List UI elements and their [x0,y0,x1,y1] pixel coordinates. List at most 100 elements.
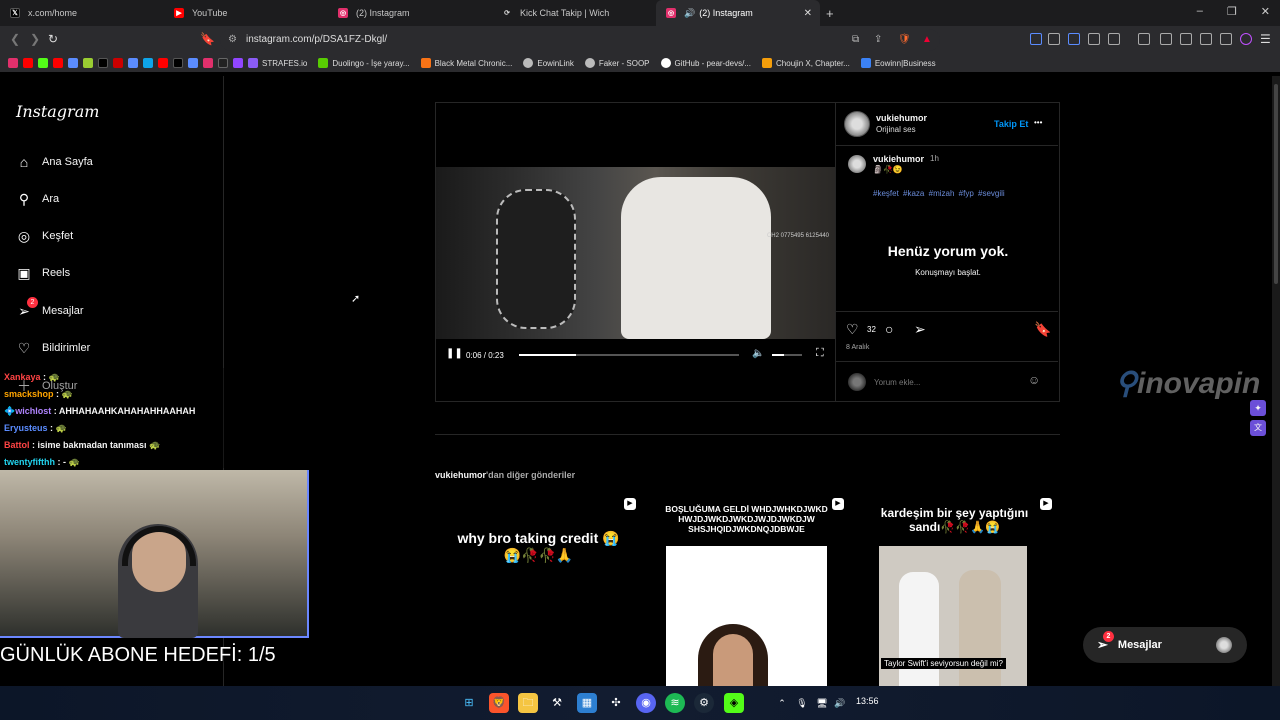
bookmark-item[interactable]: Eowinn|Business [860,58,936,68]
bookmark-item[interactable]: GitHub - pear-devs/... [660,58,751,68]
address-bar[interactable]: ⚙ instagram.com/p/DSA1FZ-Dkgl/ ⧉ ⇪ 🛡 ▲ [220,29,940,51]
hashtag-link[interactable]: #keşfet [873,189,899,198]
image-app-icon[interactable]: ▦ [577,693,597,713]
extension-icon[interactable] [1048,33,1060,45]
avatar[interactable] [848,155,866,173]
back-icon[interactable]: ❮ [10,32,20,46]
kick-app-icon[interactable]: ◈ [724,693,744,713]
tool-icon[interactable]: ⚒ [547,693,567,713]
bookmark-item[interactable]: Choujin X, Chapter... [762,58,850,68]
comment-input[interactable] [874,374,1014,390]
vpn-icon[interactable] [1220,33,1232,45]
menu-icon[interactable]: ☰ [1260,32,1271,46]
like-icon[interactable]: ♡ [846,321,859,338]
bookmark-favicon[interactable] [53,58,63,68]
extension-icon[interactable] [1108,33,1120,45]
sidebar-item-notifications[interactable]: ♡ Bildirimler [16,340,91,356]
close-icon[interactable]: ✕ [804,8,812,19]
sidebar-item-reels[interactable]: ▣ Reels [16,265,70,281]
bookmark-favicon[interactable] [83,58,93,68]
volume-slider[interactable] [772,354,802,356]
forward-icon[interactable]: ❯ [30,32,40,46]
file-explorer-icon[interactable]: 🗀 [518,693,538,713]
bookmark-favicon[interactable] [143,58,153,68]
windows-start-icon[interactable]: ⊞ [459,693,479,713]
volume-icon[interactable]: 🔊 [830,693,850,713]
steam-icon[interactable]: ⚙ [694,693,714,713]
bookmark-favicon[interactable] [233,58,243,68]
more-posts-username[interactable]: vukiehumor [435,470,486,480]
brave-shield-icon[interactable]: 🛡 [898,29,911,51]
bookmark-favicon[interactable] [188,58,198,68]
bookmark-favicon[interactable] [23,58,33,68]
more-options-icon[interactable]: ••• [1034,118,1042,127]
save-icon[interactable]: 🔖 [1034,321,1051,338]
close-window-button[interactable]: ✕ [1261,5,1270,18]
tab-0[interactable]: 𝕏 x.com/home [0,0,164,26]
share-icon[interactable]: ⇪ [874,29,882,51]
messages-pill-button[interactable]: ➢ 2 Mesajlar [1083,627,1247,663]
post-audio[interactable]: Orijinal ses [876,125,916,134]
more-post-thumbnail[interactable]: ▶ why bro taking credit 😭😭🥀🥀🙏 [435,492,642,686]
follow-button[interactable]: Takip Et [994,119,1028,129]
bookmark-favicon[interactable] [8,58,18,68]
pause-icon[interactable]: ❚❚ [446,348,463,359]
hashtag-link[interactable]: #sevgili [978,189,1005,198]
bookmark-favicon[interactable] [218,58,228,68]
translate-icon[interactable] [1030,33,1042,45]
translate-widget-icon[interactable]: 文 [1250,420,1266,436]
open-external-icon[interactable]: ⧉ [852,29,859,51]
brave-browser-icon[interactable]: 🦁 [489,693,509,713]
bookmark-favicon[interactable] [98,58,108,68]
tab-1[interactable]: ▶ YouTube [164,0,328,26]
emoji-icon[interactable]: ☺ [1028,373,1040,387]
discord-icon[interactable]: ◉ [636,693,656,713]
like-count[interactable]: 32 [867,325,876,334]
sidebar-item-explore[interactable]: ◎ Keşfet [16,228,73,244]
music-icon[interactable] [1138,33,1150,45]
maximize-button[interactable]: ❐ [1227,5,1237,18]
bookmark-item[interactable]: Duolingo - İşe yaray... [318,58,410,68]
more-post-thumbnail[interactable]: ▶ kardeşim bir şey yaptığını sandı🥀🥀🙏😭 T… [851,492,1058,686]
instagram-logo[interactable]: Instagram [16,102,99,121]
caption-username[interactable]: vukiehumor [873,154,924,164]
video-player[interactable]: CH2 0775495 6125440 ❚❚ 0:06 / 0:23 🔈 ⛶ [436,103,835,401]
bookmark-favicon[interactable] [173,58,183,68]
bookmark-icon[interactable]: 🔖 [200,32,215,46]
bookmark-favicon[interactable] [128,58,138,68]
ai-widget-icon[interactable]: ✦ [1250,400,1266,416]
extension-icon[interactable] [1068,33,1080,45]
brave-rewards-icon[interactable]: ▲ [922,29,932,51]
reload-icon[interactable]: ↻ [48,32,58,46]
comment-icon[interactable]: ○ [885,321,893,337]
bookmark-favicon[interactable] [38,58,48,68]
spotify-icon[interactable]: ≋ [665,693,685,713]
sidebar-item-search[interactable]: ⚲ Ara [16,191,59,207]
tab-3[interactable]: ⟳ Kick Chat Takip | Wich [492,0,656,26]
page-scrollbar[interactable] [1272,76,1280,686]
bookmark-item[interactable]: Faker - SOOP [584,58,650,68]
avatar[interactable] [844,111,870,137]
puzzle-icon[interactable] [1088,33,1100,45]
bookmark-item[interactable]: STRAFES.io [248,58,307,68]
network-icon[interactable]: 🖥 [812,693,832,713]
hashtag-link[interactable]: #kaza [903,189,924,198]
fullscreen-icon[interactable]: ⛶ [816,347,824,360]
more-post-thumbnail[interactable]: ▶ BOŞLUĞUMA GELDİ WHDJWHKDJWKD HWJDJWKDJ… [643,492,850,686]
hashtag-link[interactable]: #mizah [929,189,955,198]
sidebar-item-messages[interactable]: ➢ 2 Mesajlar [16,297,84,319]
tab-4[interactable]: ◎ 🔊 (2) Instagram ✕ [656,0,820,26]
bookmark-favicon[interactable] [68,58,78,68]
site-info-icon[interactable]: ⚙ [228,29,237,51]
sidebar-icon[interactable] [1160,33,1172,45]
bookmark-item[interactable]: EowinLink [523,58,574,68]
post-username[interactable]: vukiehumor [876,113,927,123]
volume-icon[interactable]: 🔈 [752,348,764,359]
microphone-icon[interactable]: 🎙 [792,693,812,713]
minimize-button[interactable]: – [1197,5,1203,18]
profile-icon[interactable] [1240,33,1252,45]
network-app-icon[interactable]: ✣ [606,693,626,713]
new-tab-button[interactable]: + [826,6,834,21]
tab-2[interactable]: ◎ (2) Instagram [328,0,492,26]
share-icon[interactable]: ➢ [914,321,926,338]
